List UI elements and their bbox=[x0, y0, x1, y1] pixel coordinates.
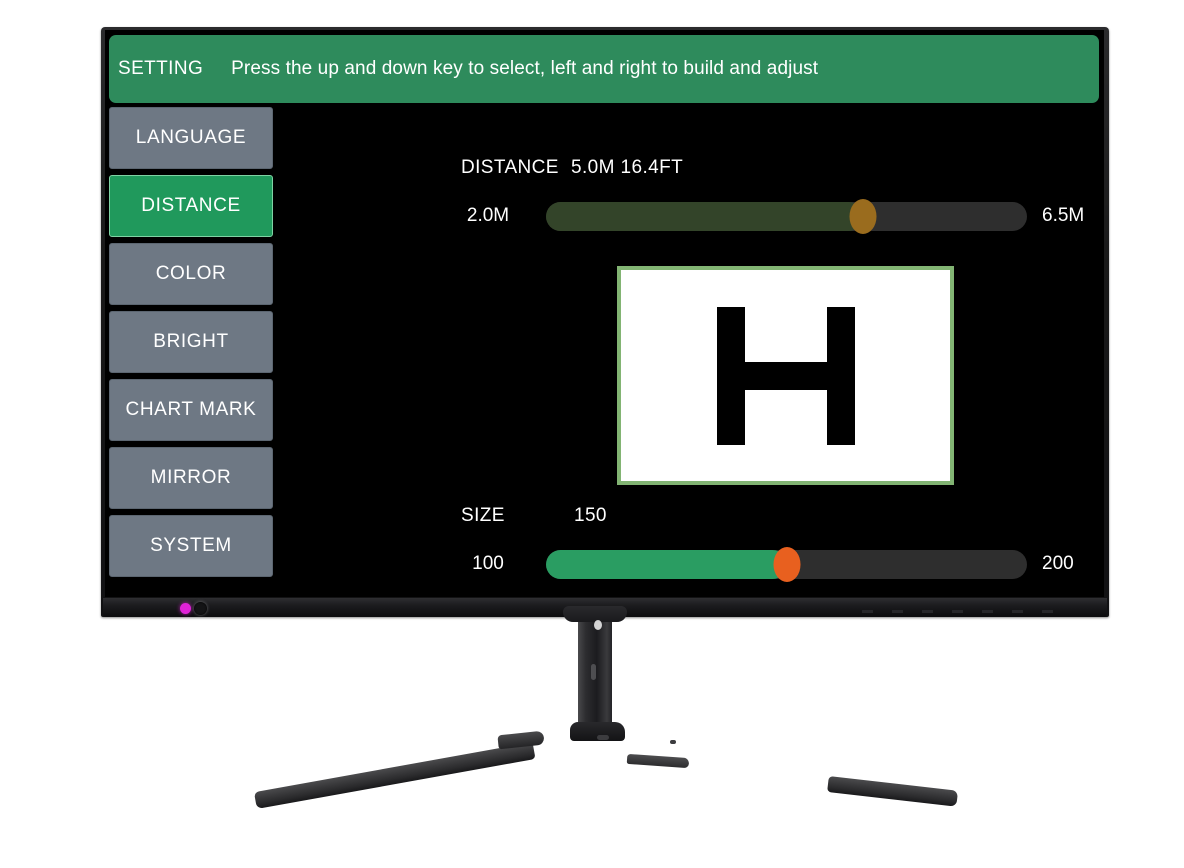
optotype-stroke bbox=[744, 361, 827, 390]
stand-foot-right bbox=[827, 776, 959, 807]
stand-base-speck bbox=[597, 735, 609, 740]
sidebar-item-mirror[interactable]: MIRROR bbox=[109, 447, 273, 509]
chart-preview bbox=[617, 266, 954, 485]
size-slider-row: 100 200 bbox=[281, 546, 1099, 582]
stand-highlight bbox=[594, 620, 602, 630]
sidebar-item-language[interactable]: LANGUAGE bbox=[109, 107, 273, 169]
size-slider-thumb[interactable] bbox=[773, 546, 800, 582]
optotype-letter-h bbox=[716, 306, 855, 445]
stand-foot-left bbox=[253, 742, 536, 809]
osd-title: SETTING bbox=[118, 58, 204, 79]
sidebar-item-color[interactable]: COLOR bbox=[109, 243, 273, 305]
distance-label: DISTANCE bbox=[461, 157, 559, 178]
monitor-screen: SETTING Press the up and down key to sel… bbox=[105, 30, 1104, 597]
osd-panel: DISTANCE 5.0M 16.4FT 2.0M 6.5M SIZE 150 … bbox=[281, 107, 1099, 595]
sidebar-item-label: COLOR bbox=[155, 263, 227, 284]
distance-value: 5.0M 16.4FT bbox=[571, 157, 684, 178]
power-led-icon bbox=[180, 603, 191, 614]
optotype-stroke bbox=[826, 306, 855, 445]
monitor-stand-neck bbox=[563, 606, 627, 736]
distance-min-label: 2.0M bbox=[466, 205, 510, 226]
power-button[interactable] bbox=[194, 602, 207, 615]
size-slider[interactable] bbox=[546, 546, 1027, 582]
sidebar-item-distance[interactable]: DISTANCE bbox=[109, 175, 273, 237]
size-max-label: 200 bbox=[1042, 553, 1074, 574]
monitor: SETTING Press the up and down key to sel… bbox=[101, 27, 1109, 617]
stand-foot-left-tip bbox=[497, 730, 545, 750]
stand-base-speck bbox=[670, 740, 676, 744]
sidebar-item-label: DISTANCE bbox=[141, 195, 241, 216]
bezel-vent-detail bbox=[862, 610, 1072, 613]
optotype-stroke bbox=[716, 306, 745, 445]
sidebar-item-system[interactable]: SYSTEM bbox=[109, 515, 273, 577]
stand-base-shadow bbox=[626, 753, 690, 769]
sidebar-item-label: BRIGHT bbox=[153, 331, 229, 352]
sidebar-item-label: CHART MARK bbox=[125, 399, 257, 420]
sidebar-item-label: LANGUAGE bbox=[135, 127, 247, 148]
size-min-label: 100 bbox=[472, 553, 504, 574]
distance-slider-fill bbox=[546, 201, 864, 231]
screenshot-root: SETTING Press the up and down key to sel… bbox=[0, 0, 1184, 868]
sidebar-item-label: SYSTEM bbox=[150, 535, 232, 556]
size-label: SIZE bbox=[461, 505, 505, 526]
distance-slider-thumb[interactable] bbox=[849, 198, 877, 234]
size-slider-fill bbox=[546, 549, 787, 579]
sidebar-item-chart-mark[interactable]: CHART MARK bbox=[109, 379, 273, 441]
distance-slider[interactable] bbox=[546, 198, 1027, 234]
osd-hint-text: Press the up and down key to select, lef… bbox=[231, 58, 819, 79]
osd-header: SETTING Press the up and down key to sel… bbox=[109, 35, 1099, 103]
distance-max-label: 6.5M bbox=[1042, 205, 1085, 226]
size-value: 150 bbox=[574, 505, 607, 526]
sidebar-item-label: MIRROR bbox=[150, 467, 232, 488]
sidebar-item-bright[interactable]: BRIGHT bbox=[109, 311, 273, 373]
distance-slider-row: 2.0M 6.5M bbox=[281, 198, 1099, 234]
osd-sidebar: LANGUAGE DISTANCE COLOR BRIGHT CHART MAR… bbox=[109, 107, 273, 583]
